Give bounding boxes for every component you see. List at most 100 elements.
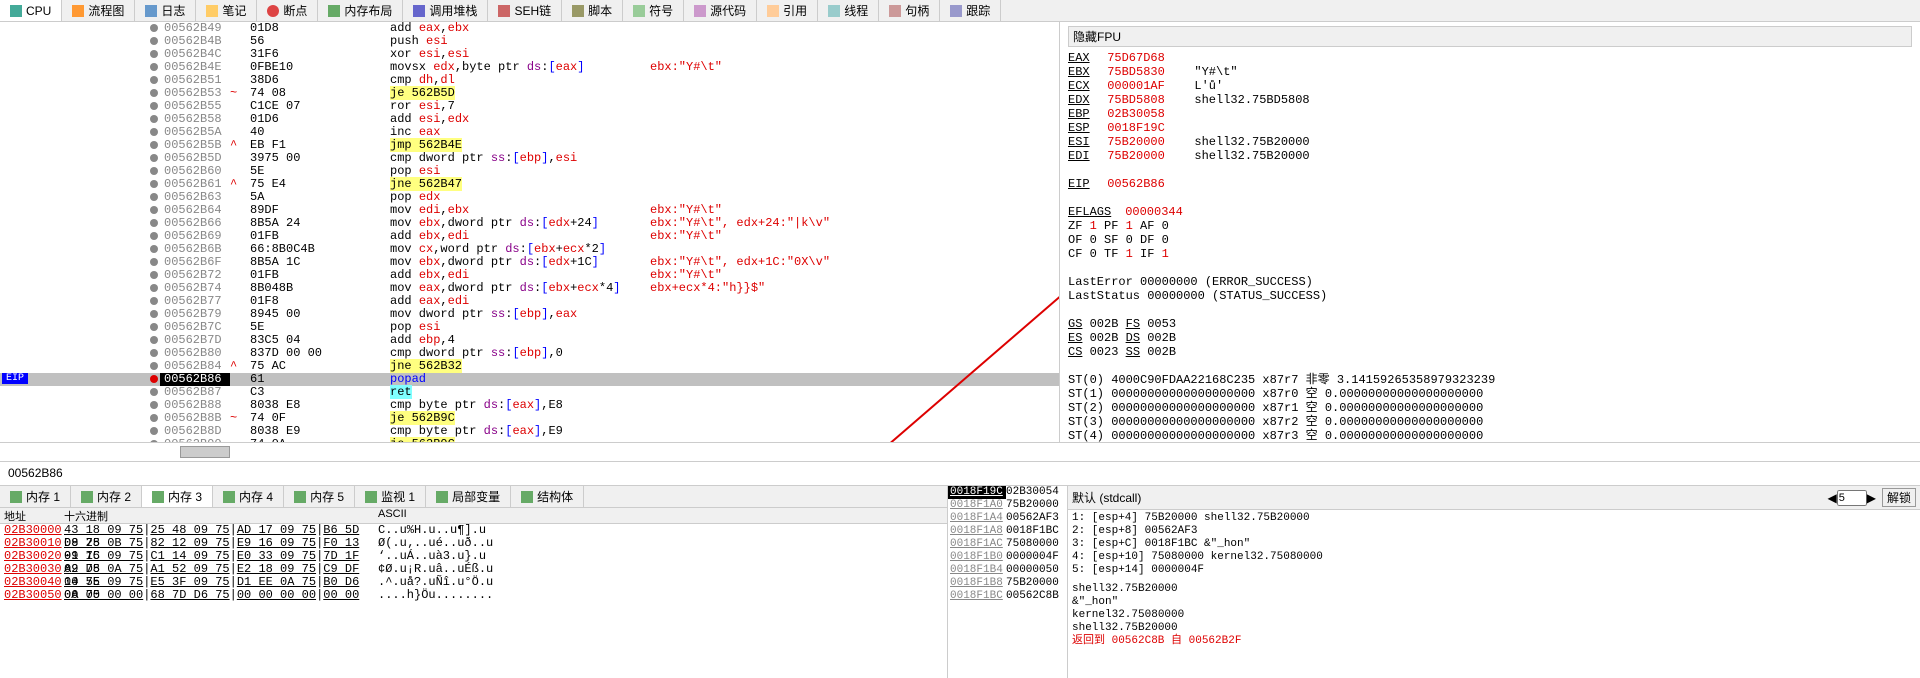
call-args-panel[interactable]: 默认 (stdcall) ◀ ▶ 解锁 1: [esp+4] 75B20000 … xyxy=(1068,486,1920,678)
disasm-row[interactable]: 00562B798945 00mov dword ptr ss:[ebp],ea… xyxy=(0,308,1059,321)
mem-row[interactable]: 02B3005000 00 00 00|68 7D D6 75|00 00 00… xyxy=(0,589,947,602)
tab-笔记[interactable]: 笔记 xyxy=(196,0,257,21)
reg-EBP[interactable]: EBP 02B30058 xyxy=(1068,107,1912,121)
disasm-row[interactable]: 00562B668B5A 24mov ebx,dword ptr ds:[edx… xyxy=(0,217,1059,230)
mem-tab[interactable]: 监视 1 xyxy=(355,486,426,507)
mem-tab[interactable]: 内存 4 xyxy=(213,486,284,507)
breakpoint-dot[interactable] xyxy=(150,167,158,175)
mem-tab[interactable]: 局部变量 xyxy=(426,486,511,507)
disasm-row[interactable]: 00562B605Epop esi xyxy=(0,165,1059,178)
disasm-row[interactable]: 00562B53~74 08je 562B5D xyxy=(0,87,1059,100)
breakpoint-dot[interactable] xyxy=(150,440,158,442)
stack-panel[interactable]: 0018F19C02B300540018F1A075B200000018F1A4… xyxy=(948,486,1068,678)
tab-日志[interactable]: 日志 xyxy=(135,0,196,21)
tab-引用[interactable]: 引用 xyxy=(757,0,818,21)
breakpoint-dot[interactable] xyxy=(150,271,158,279)
disasm-row[interactable]: 00562B80837D 00 00cmp dword ptr ss:[ebp]… xyxy=(0,347,1059,360)
disasm-row[interactable]: 00562B90~74 0Aje 562B9C xyxy=(0,438,1059,442)
tab-跟踪[interactable]: 跟踪 xyxy=(940,0,1001,21)
breakpoint-dot[interactable] xyxy=(150,245,158,253)
breakpoint-dot[interactable] xyxy=(150,50,158,58)
disasm-row[interactable]: 00562B635Apop edx xyxy=(0,191,1059,204)
reg-ESI[interactable]: ESI 75B20000 shell32.75B20000 xyxy=(1068,135,1912,149)
mem-tab[interactable]: 内存 2 xyxy=(71,486,142,507)
breakpoint-dot[interactable] xyxy=(150,24,158,32)
disasm-row[interactable]: 00562B888038 E8cmp byte ptr ds:[eax],E8 xyxy=(0,399,1059,412)
mem-tab[interactable]: 内存 5 xyxy=(284,486,355,507)
breakpoint-dot[interactable] xyxy=(150,349,158,357)
breakpoint-dot[interactable] xyxy=(150,336,158,344)
tab-符号[interactable]: 符号 xyxy=(623,0,684,21)
breakpoint-dot[interactable] xyxy=(150,219,158,227)
tab-内存布局[interactable]: 内存布局 xyxy=(318,0,403,21)
stack-row[interactable]: 0018F1B00000004F xyxy=(948,551,1067,564)
reg-EBX[interactable]: EBX 75BD5830 "Y#\t" xyxy=(1068,65,1912,79)
disassembly-panel[interactable]: 00562B4901D8add eax,ebx00562B4B56push es… xyxy=(0,22,1060,442)
reg-EDX[interactable]: EDX 75BD5808 shell32.75BD5808 xyxy=(1068,93,1912,107)
breakpoint-dot[interactable] xyxy=(150,154,158,162)
stack-row[interactable]: 0018F1A400562AF3 xyxy=(948,512,1067,525)
tab-调用堆栈[interactable]: 调用堆栈 xyxy=(403,0,488,21)
breakpoint-dot[interactable] xyxy=(150,414,158,422)
disasm-row[interactable]: 00562B4901D8add eax,ebx xyxy=(0,22,1059,35)
disasm-row[interactable]: 00562B6F8B5A 1Cmov ebx,dword ptr ds:[edx… xyxy=(0,256,1059,269)
breakpoint-dot[interactable] xyxy=(150,310,158,318)
arrow-left-icon[interactable]: ◀ xyxy=(1828,491,1837,505)
breakpoint-dot[interactable] xyxy=(150,362,158,370)
breakpoint-dot[interactable] xyxy=(150,115,158,123)
breakpoint-dot[interactable] xyxy=(150,102,158,110)
breakpoint-dot[interactable] xyxy=(150,232,158,240)
stack-row[interactable]: 0018F1B400000050 xyxy=(948,564,1067,577)
disasm-row[interactable]: 00562B5D3975 00cmp dword ptr ss:[ebp],es… xyxy=(0,152,1059,165)
breakpoint-dot[interactable] xyxy=(150,401,158,409)
disasm-row[interactable]: 00562B8661popad xyxy=(0,373,1059,386)
breakpoint-dot[interactable] xyxy=(150,206,158,214)
tab-句柄[interactable]: 句柄 xyxy=(879,0,940,21)
mem-tab[interactable]: 内存 1 xyxy=(0,486,71,507)
breakpoint-dot[interactable] xyxy=(150,37,158,45)
stack-row[interactable]: 0018F1AC75080000 xyxy=(948,538,1067,551)
reg-EAX[interactable]: EAX 75D67D68 xyxy=(1068,51,1912,65)
breakpoint-dot[interactable] xyxy=(150,375,158,383)
registers-panel[interactable]: 隐藏FPU EAX 75D67D68 EBX 75BD5830 "Y#\t"EC… xyxy=(1060,22,1920,442)
arg-count-input[interactable] xyxy=(1837,490,1867,506)
arrow-right-icon[interactable]: ▶ xyxy=(1867,491,1876,505)
tab-CPU[interactable]: CPU xyxy=(0,0,62,21)
call-arg[interactable]: 1: [esp+4] 75B20000 shell32.75B20000 xyxy=(1072,512,1916,525)
breakpoint-dot[interactable] xyxy=(150,323,158,331)
stack-row[interactable]: 0018F1A80018F1BC xyxy=(948,525,1067,538)
stack-row[interactable]: 0018F1BC00562C8B xyxy=(948,590,1067,603)
reg-EDI[interactable]: EDI 75B20000 shell32.75B20000 xyxy=(1068,149,1912,163)
breakpoint-dot[interactable] xyxy=(150,427,158,435)
breakpoint-dot[interactable] xyxy=(150,89,158,97)
disasm-row[interactable]: 00562B7C5Epop esi xyxy=(0,321,1059,334)
stack-row[interactable]: 0018F1A075B20000 xyxy=(948,499,1067,512)
reg-ECX[interactable]: ECX 000001AF L'ů' xyxy=(1068,79,1912,93)
mem-tab[interactable]: 内存 3 xyxy=(142,486,213,507)
disasm-scrollbar[interactable] xyxy=(0,442,1920,462)
tab-SEH链[interactable]: SEH链 xyxy=(488,0,562,21)
breakpoint-dot[interactable] xyxy=(150,128,158,136)
reg-ESP[interactable]: ESP 0018F19C xyxy=(1068,121,1912,135)
disasm-row[interactable]: 00562B8D8038 E9cmp byte ptr ds:[eax],E9 xyxy=(0,425,1059,438)
breakpoint-dot[interactable] xyxy=(150,258,158,266)
stack-row[interactable]: 0018F1B875B20000 xyxy=(948,577,1067,590)
disasm-row[interactable]: 00562B748B048Bmov eax,dword ptr ds:[ebx+… xyxy=(0,282,1059,295)
tab-流程图[interactable]: 流程图 xyxy=(62,0,135,21)
disasm-row[interactable]: 00562B5A40inc eax xyxy=(0,126,1059,139)
disasm-row[interactable]: 00562B4B56push esi xyxy=(0,35,1059,48)
disasm-row[interactable]: 00562B5138D6cmp dh,dl xyxy=(0,74,1059,87)
breakpoint-dot[interactable] xyxy=(150,180,158,188)
memory-dump-panel[interactable]: 内存 1内存 2内存 3内存 4内存 5监视 1局部变量结构体 地址 十六进制 … xyxy=(0,486,948,678)
tab-线程[interactable]: 线程 xyxy=(818,0,879,21)
call-arg[interactable]: 2: [esp+8] 00562AF3 xyxy=(1072,525,1916,538)
call-arg[interactable]: 4: [esp+10] 75080000 kernel32.75080000 xyxy=(1072,551,1916,564)
tab-脚本[interactable]: 脚本 xyxy=(562,0,623,21)
tab-源代码[interactable]: 源代码 xyxy=(684,0,757,21)
fpu-toggle[interactable]: 隐藏FPU xyxy=(1068,26,1912,47)
breakpoint-dot[interactable] xyxy=(150,141,158,149)
stack-row[interactable]: 0018F19C02B30054 xyxy=(948,486,1067,499)
disasm-row[interactable]: 00562B55C1CE 07ror esi,7 xyxy=(0,100,1059,113)
disasm-row[interactable]: 00562B84^75 ACjne 562B32 xyxy=(0,360,1059,373)
disasm-row[interactable]: 00562B5801D6add esi,edx xyxy=(0,113,1059,126)
